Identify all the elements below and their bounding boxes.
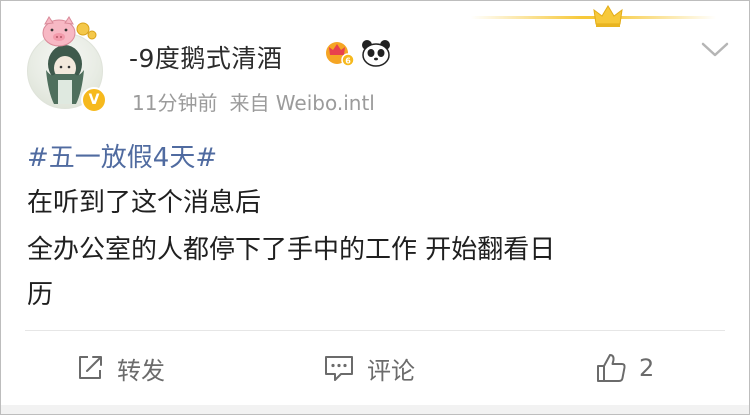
vip-crown-icon[interactable]: 6 xyxy=(323,37,355,67)
divider xyxy=(25,330,725,331)
repost-label: 转发 xyxy=(117,356,165,385)
comment-button[interactable]: 评论 xyxy=(323,351,415,385)
pig-pendant-icon xyxy=(42,16,97,47)
thumbs-up-icon xyxy=(597,354,626,382)
crown-icon xyxy=(593,5,623,27)
post-meta: 11分钟前 来自 Weibo.intl xyxy=(132,87,375,116)
post-time: 11分钟前 xyxy=(132,91,218,115)
panda-icon[interactable] xyxy=(361,39,391,67)
post-body-line: 全办公室的人都停下了手中的工作 开始翻看日 xyxy=(27,235,556,265)
svg-text:6: 6 xyxy=(345,57,351,66)
author-name[interactable]: -9度鹅式清酒 xyxy=(129,39,282,75)
like-button[interactable]: 2 xyxy=(595,351,654,385)
comment-label: 评论 xyxy=(367,356,415,385)
card-bottom-edge xyxy=(1,405,749,414)
comment-icon xyxy=(325,356,353,381)
repost-button[interactable]: 转发 xyxy=(75,351,165,385)
repost-icon xyxy=(79,356,102,379)
topic-hashtag-link[interactable]: #五一放假4天# xyxy=(27,137,217,174)
like-count: 2 xyxy=(639,354,655,382)
chevron-down-icon[interactable] xyxy=(699,39,731,61)
weibo-post-card: V -9度鹅式清酒 6 11分钟前 来自 Weibo.intl #五一放假4天# … xyxy=(0,0,750,415)
verified-badge: V xyxy=(81,87,107,113)
post-body-line: 历 xyxy=(27,280,54,310)
avatar[interactable]: V xyxy=(25,15,113,115)
post-source: 来自 Weibo.intl xyxy=(229,91,375,115)
post-body-line: 在听到了这个消息后 xyxy=(27,188,262,218)
